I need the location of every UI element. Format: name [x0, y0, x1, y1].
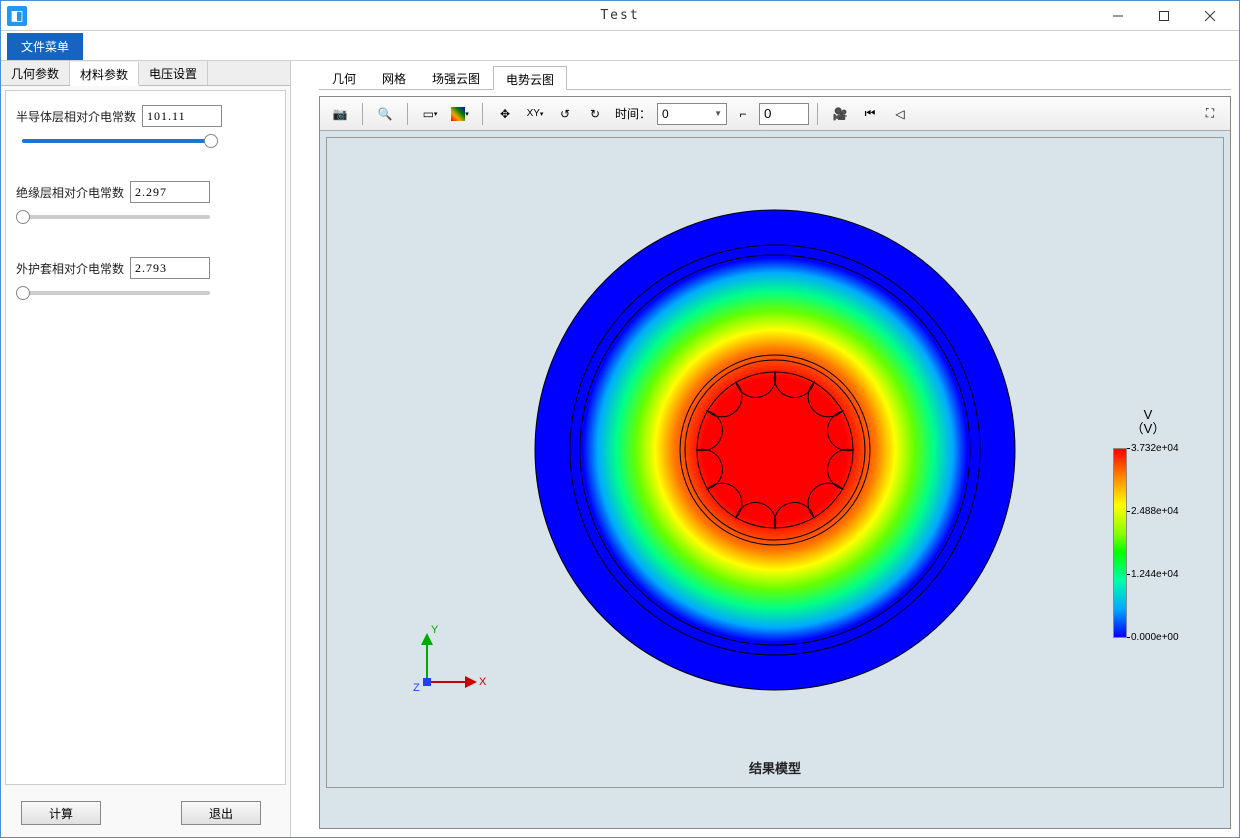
tab-potential-contour[interactable]: 电势云图 [493, 66, 567, 90]
record-button[interactable]: 🎥 [826, 101, 854, 127]
colormap-icon [451, 107, 465, 121]
tab-geometry-params[interactable]: 几何参数 [1, 61, 70, 85]
axes-icon: XY [527, 108, 540, 119]
tick-midhigh: 2.488e+04 [1131, 506, 1179, 517]
maximize-button[interactable] [1141, 2, 1187, 30]
plot-title: 结果模型 [749, 758, 801, 777]
tick-min: 0.000e+00 [1131, 632, 1179, 643]
time-input[interactable] [759, 103, 809, 125]
rotate-cw-icon: ↻ [590, 107, 600, 121]
close-button[interactable] [1187, 2, 1233, 30]
skip-start-icon: ⏮ [865, 106, 876, 121]
colormap-button[interactable]: ▾ [446, 101, 474, 127]
label-jacket-eps: 外护套相对介电常数 [16, 260, 124, 277]
slider-semiconductor-eps[interactable] [16, 133, 216, 151]
maximize-icon [1158, 10, 1170, 22]
label-semiconductor-eps: 半导体层相对介电常数 [16, 108, 136, 125]
pan-button[interactable]: ✥ [491, 101, 519, 127]
minimize-button[interactable] [1095, 2, 1141, 30]
params-panel: 半导体层相对介电常数 绝缘层相对介电常数 [5, 90, 286, 785]
render-options-button[interactable]: ▭▾ [416, 101, 444, 127]
input-semiconductor-eps[interactable] [142, 105, 222, 127]
plot-canvas[interactable]: Y X Z V （V） [320, 131, 1230, 828]
tab-material-params[interactable]: 材料参数 [70, 62, 139, 86]
label-insulation-eps: 绝缘层相对介电常数 [16, 184, 124, 201]
param-block-insulation: 绝缘层相对介电常数 [16, 181, 275, 227]
axis-triad: Y X Z [407, 617, 497, 707]
exit-button[interactable]: 退出 [181, 801, 261, 825]
right-tab-strip: 几何 网格 场强云图 电势云图 [319, 65, 1231, 90]
param-block-jacket: 外护套相对介电常数 [16, 257, 275, 303]
video-icon: 🎥 [833, 107, 848, 121]
play-back-icon: ◁ [895, 107, 904, 121]
file-menu[interactable]: 文件菜单 [7, 33, 83, 60]
slider-jacket-eps[interactable] [16, 285, 216, 303]
tab-voltage-settings[interactable]: 电压设置 [139, 61, 208, 85]
app-window: Test 文件菜单 几何参数 材料参数 电压设置 [0, 0, 1240, 838]
magnifier-icon: 🔍 [378, 107, 393, 121]
time-select[interactable]: 0 ▼ [657, 103, 727, 125]
rotate-cw-button[interactable]: ↻ [581, 101, 609, 127]
time-label: 时间： [615, 105, 651, 122]
screenshot-button[interactable]: 📷 [326, 101, 354, 127]
titlebar: Test [1, 1, 1239, 31]
step-button[interactable]: ⌐ [729, 101, 757, 127]
app-icon [7, 6, 27, 26]
cube-outline-icon: ▭ [423, 107, 434, 121]
colorbar-title1: V [1144, 407, 1153, 422]
fullscreen-button[interactable]: ⛶ [1196, 101, 1224, 127]
move-icon: ✥ [500, 107, 510, 121]
viz-toolbar: 📷 🔍 ▭▾ ▾ ✥ XY▾ ↺ ↻ 时间： 0 ▼ ⌐ [320, 97, 1230, 131]
step-icon: ⌐ [740, 107, 747, 121]
tick-max: 3.732e+04 [1131, 443, 1179, 454]
rotate-ccw-button[interactable]: ↺ [551, 101, 579, 127]
right-panel: 几何 网格 场强云图 电势云图 📷 🔍 ▭▾ ▾ ✥ XY▾ ↺ ↻ [291, 61, 1239, 837]
contour-plot [515, 190, 1035, 710]
svg-text:Z: Z [413, 682, 420, 694]
input-insulation-eps[interactable] [130, 181, 210, 203]
left-panel: 几何参数 材料参数 电压设置 半导体层相对介电常数 [1, 61, 291, 837]
zoom-button[interactable]: 🔍 [371, 101, 399, 127]
minimize-icon [1112, 10, 1124, 22]
compute-button[interactable]: 计算 [21, 801, 101, 825]
svg-text:X: X [479, 676, 487, 688]
tick-midlow: 1.244e+04 [1131, 569, 1179, 580]
input-jacket-eps[interactable] [130, 257, 210, 279]
axis-toggle-button[interactable]: XY▾ [521, 101, 549, 127]
menubar: 文件菜单 [1, 31, 1239, 61]
camera-icon: 📷 [333, 107, 348, 121]
skip-start-button[interactable]: ⏮ [856, 101, 884, 127]
param-block-semiconductor: 半导体层相对介电常数 [16, 105, 275, 151]
chevron-down-icon: ▼ [714, 109, 722, 118]
viz-container: 📷 🔍 ▭▾ ▾ ✥ XY▾ ↺ ↻ 时间： 0 ▼ ⌐ [319, 96, 1231, 829]
tab-field-contour[interactable]: 场强云图 [419, 65, 493, 89]
colorbar-title2: （V） [1131, 421, 1166, 436]
expand-icon: ⛶ [1206, 106, 1214, 121]
tab-geometry[interactable]: 几何 [319, 65, 369, 89]
left-tab-strip: 几何参数 材料参数 电压设置 [1, 61, 290, 86]
colorbar: V （V） 3.732e+04 2.488e+04 1.244e+04 0.00… [1113, 448, 1183, 698]
close-icon [1204, 10, 1216, 22]
tab-mesh[interactable]: 网格 [369, 65, 419, 89]
rotate-ccw-icon: ↺ [560, 107, 570, 121]
plot-area: Y X Z V （V） [326, 137, 1224, 788]
slider-insulation-eps[interactable] [16, 209, 216, 227]
play-back-button[interactable]: ◁ [886, 101, 914, 127]
time-select-value: 0 [662, 107, 669, 121]
svg-text:Y: Y [431, 624, 439, 636]
window-title: Test [600, 8, 639, 23]
